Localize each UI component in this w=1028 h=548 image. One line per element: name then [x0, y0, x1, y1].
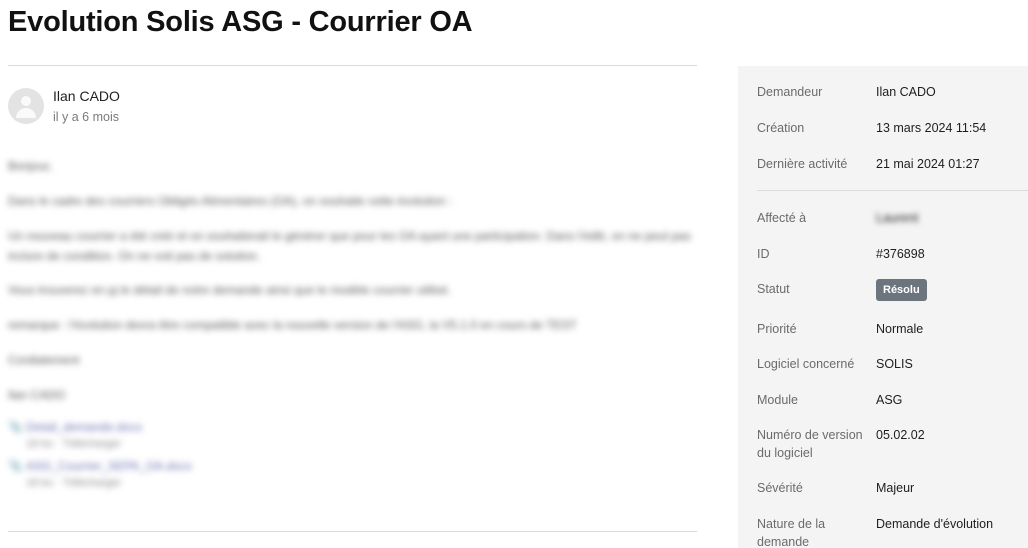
attachment-link[interactable]: ASG_Courrier_SEPA_OA.docx — [26, 459, 192, 473]
field-nature: Nature de la demande Demande d'évolution — [757, 515, 1022, 548]
field-value: ASG — [876, 393, 903, 407]
avatar-icon[interactable] — [8, 88, 44, 124]
attachment-meta[interactable]: 18 ko · Télécharger — [26, 477, 697, 489]
paperclip-icon: 📎 — [8, 420, 23, 434]
message-paragraph: remarque : l'évolution devra être compat… — [8, 318, 577, 332]
field-label: Nature de la demande — [757, 517, 826, 548]
field-creation: Création 13 mars 2024 11:54 — [757, 119, 1022, 137]
field-logiciel: Logiciel concerné SOLIS — [757, 355, 1022, 373]
field-id: ID #376898 — [757, 245, 1022, 263]
field-value: #376898 — [876, 247, 925, 261]
field-value: Normale — [876, 322, 924, 336]
top-divider — [8, 65, 697, 66]
field-label: ID — [757, 247, 770, 261]
field-value: Demande d'évolution — [876, 517, 994, 531]
comment-timestamp: il y a 6 mois — [53, 110, 119, 124]
field-label: Logiciel concerné — [757, 357, 855, 371]
field-label: Dernière activité — [757, 157, 848, 171]
page-title: Evolution Solis ASG - Courrier OA — [8, 6, 473, 38]
field-label: Sévérité — [757, 481, 803, 495]
attachment-meta[interactable]: 18 ko · Télécharger — [26, 438, 697, 450]
field-priorite: Priorité Normale — [757, 320, 1022, 338]
field-statut: Statut Résolu — [757, 279, 1022, 301]
field-severite: Sévérité Majeur — [757, 479, 1022, 497]
message-paragraph: Ilan CADO — [8, 388, 66, 402]
request-details-sidebar: Demandeur Ilan CADO Création 13 mars 202… — [738, 66, 1028, 548]
message-paragraph: Vous trouverez en pj le détail de notre … — [8, 283, 451, 297]
attachment-item: 📎 Detail_demande.docx 18 ko · Télécharge… — [8, 420, 697, 450]
sidebar-divider — [757, 190, 1028, 191]
request-main: Ilan CADO il y a 6 mois Bonjour, Dans le… — [8, 65, 697, 532]
field-value: Laurent — [876, 211, 919, 225]
message-paragraph: Dans le cadre des courriers Obligés Alim… — [8, 194, 453, 208]
field-derniere-activite: Dernière activité 21 mai 2024 01:27 — [757, 155, 1022, 173]
field-label: Affecté à — [757, 211, 807, 225]
field-label: Module — [757, 393, 798, 407]
message-paragraph: Cordialement — [8, 353, 80, 367]
bottom-divider — [8, 531, 697, 532]
comment-body: Bonjour, Dans le cadre des courriers Obl… — [8, 156, 697, 498]
attachment-item: 📎 ASG_Courrier_SEPA_OA.docx 18 ko · Télé… — [8, 459, 697, 489]
field-label: Demandeur — [757, 85, 823, 99]
field-value: Majeur — [876, 481, 915, 495]
field-label: Numéro de version du logiciel — [757, 428, 863, 460]
field-module: Module ASG — [757, 391, 1022, 409]
field-value: 13 mars 2024 11:54 — [876, 121, 987, 135]
comment-header: Ilan CADO il y a 6 mois — [8, 87, 120, 125]
author-name[interactable]: Ilan CADO — [53, 88, 120, 104]
field-value: Ilan CADO — [876, 85, 936, 99]
field-version: Numéro de version du logiciel 05.02.02 — [757, 426, 1022, 462]
field-label: Statut — [757, 282, 790, 296]
attachment-link[interactable]: Detail_demande.docx — [26, 420, 142, 434]
field-value: SOLIS — [876, 357, 913, 371]
field-label: Priorité — [757, 322, 797, 336]
field-label: Création — [757, 121, 805, 135]
field-value: 21 mai 2024 01:27 — [876, 157, 980, 171]
status-badge: Résolu — [876, 279, 927, 301]
field-affecte: Affecté à Laurent — [757, 209, 1022, 227]
paperclip-icon: 📎 — [8, 459, 23, 473]
message-paragraph: Bonjour, — [8, 159, 53, 173]
message-paragraph: Un nouveau courrier a été créé et on sou… — [8, 229, 691, 263]
field-demandeur: Demandeur Ilan CADO — [757, 83, 1022, 101]
field-value: 05.02.02 — [876, 428, 925, 442]
